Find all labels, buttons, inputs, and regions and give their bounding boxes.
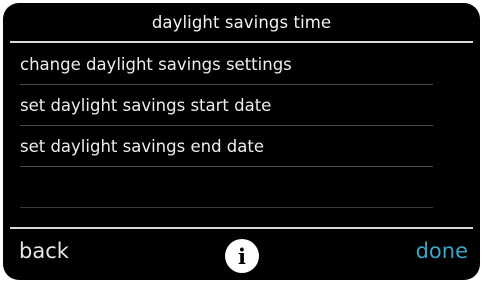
menu-item-change-daylight-savings-settings[interactable]: change daylight savings settings <box>20 44 433 85</box>
menu-item-label: set daylight savings start date <box>20 95 272 115</box>
back-button[interactable]: back <box>19 239 69 263</box>
page-title: daylight savings time <box>151 12 332 32</box>
menu-item-empty <box>20 167 433 208</box>
footer-bar: back i done <box>3 229 480 280</box>
menu-item-label: set daylight savings end date <box>20 136 264 156</box>
menu-item-set-start-date[interactable]: set daylight savings start date <box>20 85 433 126</box>
done-button[interactable]: done <box>416 239 468 263</box>
menu-item-set-end-date[interactable]: set daylight savings end date <box>20 126 433 167</box>
info-icon: i <box>238 243 246 269</box>
title-bar: daylight savings time <box>3 3 480 41</box>
thermostat-screen: daylight savings time change daylight sa… <box>3 3 480 280</box>
settings-menu: change daylight savings settings set day… <box>20 44 433 208</box>
menu-item-label: change daylight savings settings <box>20 54 292 74</box>
title-divider <box>10 41 473 43</box>
info-button[interactable]: i <box>225 239 259 273</box>
